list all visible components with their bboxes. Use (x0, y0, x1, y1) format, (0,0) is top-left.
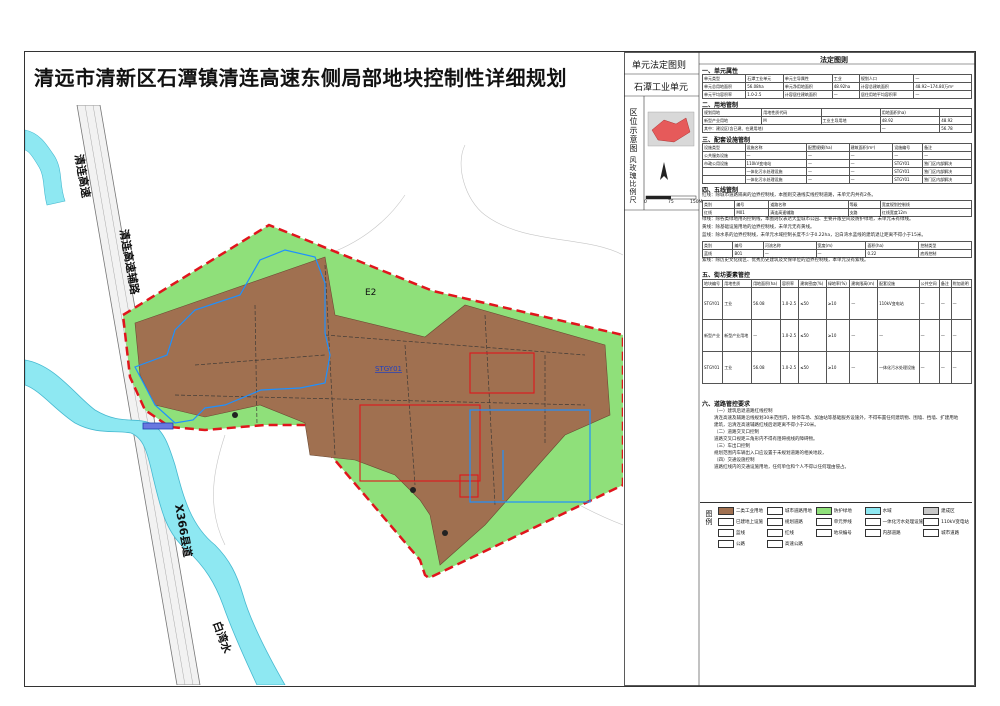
legend-label: 已建地上设施 (736, 520, 763, 525)
legend-item: 城市道路 (923, 529, 972, 537)
legend-item: 蓝线 (718, 529, 767, 537)
legend-swatch (864, 518, 881, 526)
wastewater-facility-marker (232, 412, 238, 418)
legend-item: 二类工业用地 (718, 507, 767, 515)
section-road-controls: 六、道路管控要求 (702, 401, 751, 408)
legend-swatch (864, 529, 881, 537)
right-panel: 单元法定图则 石潭工业单元 区位示意图 风玫瑰比例尺 0 75 150M 法定图… (624, 52, 975, 686)
legend-swatch (766, 507, 783, 515)
road-control-line-8: （四）交通设施控制 (714, 458, 755, 463)
wind-scale-label: 风玫瑰比例尺 (629, 156, 637, 204)
legend-label: 防护绿地 (833, 509, 852, 514)
road-control-line-5: 道路交叉口视距三角形内不得有阻碍视线的障碍物。 (714, 437, 818, 442)
road-control-line-6: （三）车出口控制 (714, 444, 750, 449)
legend-label: 蓝线 (736, 531, 745, 536)
legend-swatch (766, 518, 783, 526)
scale-tick-75: 75 (668, 200, 674, 205)
legend-item: 已建地上设施 (718, 518, 767, 526)
legend-title: 图例 (705, 510, 713, 526)
street-control-table: 地块编号 用地性质 用地面积(ha) 容积率 建筑密度(%) 绿地率(%) 建筑限高(m) 配… (701, 279, 973, 384)
legend-item: 建成区 (923, 507, 972, 515)
red-line-table: 类别 编号 道路名称 等级 宽度规划控制线 红线 M01 清连高速辅路 支路 红线宽度12m (701, 200, 973, 217)
river-upper (25, 129, 66, 206)
legend-item: 地块编号 (815, 529, 865, 537)
blue-line-note: 蓝线：除水系的边界控制线，未单元水域控制长度不少于0.22ha，沿白湾水蓝线的建… (702, 233, 926, 238)
legend-label: 单元界线 (833, 520, 852, 525)
legend-label: 规划道路 (784, 520, 803, 525)
legend-swatch (718, 529, 734, 537)
legend-item: 110kV变电站 (923, 518, 972, 526)
legend-item: 单元界线 (815, 518, 865, 526)
yellow-line-note: 黄线：除基础设施用地的边界控制线，未单元无有黄线。 (702, 225, 815, 230)
substation-marker (410, 487, 416, 493)
legend-swatch (718, 507, 734, 515)
red-line-note: 红线：除城市道路隔离的边界控制线，本图则交通线实线控制道路，未单元内共有2条。 (702, 193, 876, 198)
scale-tick-150: 150M (690, 200, 703, 205)
legend-swatch (815, 518, 832, 526)
legend-swatch (923, 507, 940, 515)
unit-name-label: 石潭工业单元 (634, 83, 689, 93)
legend-label: 水域 (882, 509, 892, 514)
road-control-line-2: 清连高速及辅路沿线规划30米范围内，除停车场、加油站等基础服务设施外，不得布置任… (714, 416, 959, 421)
legend-label: 一体化污水处理设施 (882, 520, 924, 525)
legend-swatch (864, 507, 881, 515)
legend-label: 城市道路 (941, 531, 960, 536)
legend-label: 公路 (736, 542, 745, 547)
legend-item: 内部道路 (864, 529, 924, 537)
legend-item: 规划道路 (766, 518, 816, 526)
legend-swatch (718, 518, 734, 526)
legend-label: 二类工业用地 (736, 509, 763, 514)
legend-swatch (815, 529, 832, 537)
legend-item: 红线 (766, 529, 816, 537)
land-use-table: 规划用地 用地性质代码 用地面积(ha) 新型产业用地 M 工业主导用地 48.92 48.… (701, 108, 972, 133)
legend-swatch (815, 507, 832, 515)
legend-label: 红线 (784, 531, 794, 536)
legend-label: 建成区 (941, 509, 955, 514)
road-control-line-1: （一）建筑后退道路红线控制 (714, 409, 773, 414)
road-control-line-4: （二）道路交叉口控制 (714, 430, 759, 435)
legend-label: 内部道路 (882, 531, 901, 536)
section-street-controls: 五、街坊要素管控 (702, 272, 751, 279)
road-control-line-3: 建筑，沿清连高速辅路红线后退距离不得小于20米。 (714, 423, 819, 428)
legend-item: 高速公路 (766, 540, 816, 548)
legend-label: 110kV变电站 (941, 520, 969, 525)
legal-map-title: 法定图则 (820, 56, 848, 64)
legend-item: 城市道路用地 (766, 507, 816, 515)
zone-e2-label: E2 (365, 288, 376, 298)
legend-item: 水域 (864, 507, 924, 515)
plan-title: 清远市清新区石潭镇清连高速东侧局部地块控制性详细规划 (34, 66, 567, 90)
purple-line-note: 紫线：除历史文化街区、优秀历史建筑及文保单位的边界控制线，本单元没有紫线。 (702, 258, 869, 263)
legend-label: 城市道路用地 (784, 509, 812, 514)
legend-swatch (718, 540, 734, 548)
green-line-note: 绿线：除各类绿地用的控制线，本图则仅表达大型城市公园、主要开敞空间及防护绿地，未… (702, 217, 914, 222)
scale-tick-0: 0 (644, 200, 647, 205)
wastewater-facility-marker-2 (442, 530, 448, 536)
legend-swatch (766, 529, 783, 537)
facilities-table: 设施类型 设施名称 配置规模(ha) 建筑面积(m²) 设施编号 备注 公共服务设施 — — —… (702, 143, 972, 184)
legend-swatch (766, 540, 783, 548)
legend-item: 一体化污水处理设施 (864, 518, 924, 526)
blue-line-table: 类别 编号 河流名称 宽度(m) 面积(ha) 控制类型 蓝线 B01— —0.22 底线控制 (701, 241, 972, 258)
location-label: 区位示意图 (629, 108, 638, 153)
unit-map-label: 单元法定图则 (632, 61, 687, 71)
road-control-line-9: 道路红线内的交通设施用地，任何单位和个人不得以任何理由侵占。 (714, 465, 849, 470)
legend-grid: 二类工业用地 城市道路用地 防护绿地 水域 建成区已建地上设施 规划道路 单元界线 一体化污水… (718, 507, 972, 548)
planning-map: 清连高速 清连高速辅路 X366县道 白湾水 E2 STGY01 (25, 105, 623, 685)
road-control-line-7: 规划范围内车辆出入口应设置于未规划道路的相关地段， (714, 451, 827, 456)
legend-swatch (923, 518, 940, 526)
legend-label: 地块编号 (833, 531, 852, 536)
unit-attr-table: 单元类型 石潭工业单元 单元主导属性 工业 规划人口 — 单元总用地面积 56.08ha 单元… (701, 74, 972, 99)
legend-item: 防护绿地 (815, 507, 865, 515)
blue-drain (142, 422, 174, 430)
legend-swatch (923, 529, 940, 537)
legend-item: 公路 (718, 540, 767, 548)
legend-label: 高速公路 (784, 542, 803, 547)
plot-id-label: STGY01 (375, 365, 402, 373)
